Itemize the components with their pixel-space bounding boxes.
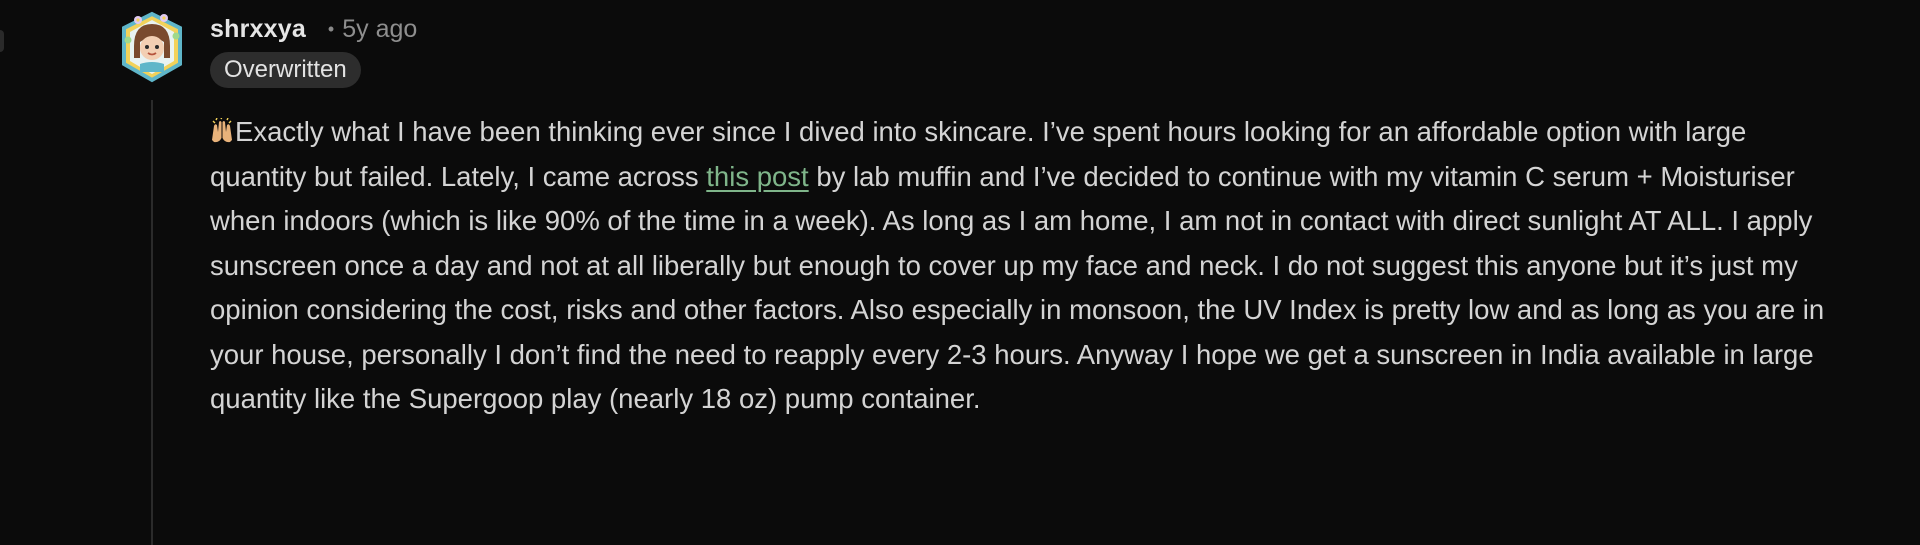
snoo-avatar-icon bbox=[122, 11, 182, 83]
avatar[interactable] bbox=[118, 6, 186, 86]
this-post-link[interactable]: this post bbox=[706, 161, 808, 192]
thread-line[interactable] bbox=[151, 100, 153, 545]
user-flair: Overwritten bbox=[210, 52, 361, 88]
comment-meta: shrxxya • 5y ago bbox=[210, 12, 417, 46]
meta-separator: • bbox=[327, 18, 335, 39]
comment-body: Exactly what I have been thinking ever s… bbox=[210, 110, 1830, 422]
page: shrxxya • 5y ago Overwritten Exactly wha… bbox=[0, 0, 1920, 545]
username[interactable]: shrxxya bbox=[210, 15, 306, 44]
body-text-end: by lab muffin and I’ve decided to contin… bbox=[210, 160, 1825, 415]
raising-hands-icon bbox=[210, 113, 234, 143]
comment-paragraph: Exactly what I have been thinking ever s… bbox=[210, 110, 1830, 422]
timestamp[interactable]: 5y ago bbox=[342, 15, 417, 44]
comment: shrxxya • 5y ago Overwritten Exactly wha… bbox=[0, 0, 1920, 545]
